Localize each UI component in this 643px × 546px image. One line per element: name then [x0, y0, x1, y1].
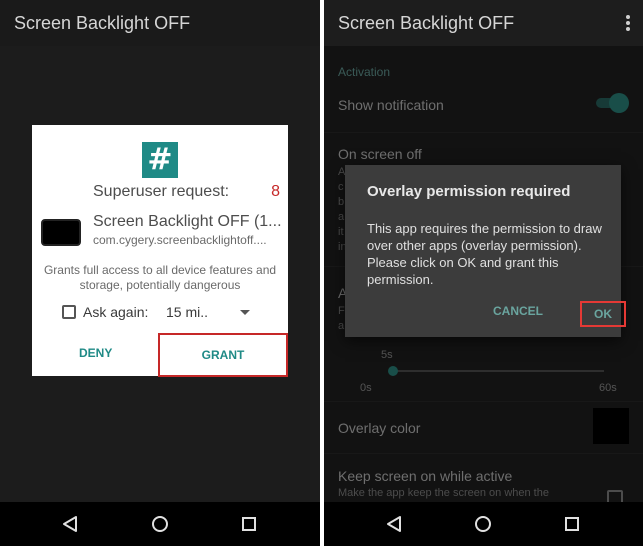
- ok-button[interactable]: OK: [580, 301, 626, 327]
- back-icon[interactable]: [60, 514, 80, 534]
- right-phone-screen: Screen Backlight OFF Activation Show not…: [324, 0, 643, 546]
- requesting-app-name: Screen Backlight OFF (1...: [93, 213, 281, 230]
- overflow-menu-icon[interactable]: [625, 15, 631, 33]
- app-bar: Screen Backlight OFF: [324, 0, 643, 46]
- recents-icon[interactable]: [239, 514, 259, 534]
- app-icon: [41, 219, 81, 246]
- recents-icon[interactable]: [562, 514, 582, 534]
- home-icon[interactable]: [473, 514, 493, 534]
- superuser-dialog: # Superuser request: 8 Screen Backlight …: [32, 125, 288, 377]
- timeout-dropdown[interactable]: 15 mi..: [165, 299, 255, 325]
- deny-button[interactable]: DENY: [56, 335, 136, 371]
- cancel-button[interactable]: CANCEL: [493, 304, 543, 318]
- requesting-app-package: com.cygery.screenbacklightoff....: [93, 233, 267, 247]
- left-phone-screen: Screen Backlight OFF # Superuser request…: [0, 0, 320, 546]
- countdown-timer: 8: [271, 183, 280, 200]
- home-icon[interactable]: [150, 514, 170, 534]
- app-title: Screen Backlight OFF: [14, 13, 191, 33]
- app-bar: Screen Backlight OFF: [0, 0, 320, 46]
- ask-again-label: Ask again:: [83, 304, 149, 320]
- overlay-permission-dialog: Overlay permission required This app req…: [345, 165, 626, 337]
- dialog-title: Overlay permission required: [367, 183, 571, 200]
- timeout-value: 15 mi..: [166, 304, 209, 320]
- navigation-bar: [0, 502, 320, 546]
- grant-button[interactable]: GRANT: [158, 333, 288, 377]
- superuser-hash-icon: #: [142, 142, 178, 178]
- ask-again-checkbox[interactable]: [62, 305, 76, 319]
- navigation-bar: [324, 502, 643, 546]
- app-title: Screen Backlight OFF: [338, 13, 515, 33]
- dialog-message: This app requires the permission to draw…: [367, 221, 602, 287]
- permission-description: Grants full access to all device feature…: [43, 263, 277, 292]
- superuser-request-label: Superuser request:: [93, 183, 230, 200]
- back-icon[interactable]: [384, 514, 404, 534]
- dropdown-arrow-icon: [240, 310, 250, 315]
